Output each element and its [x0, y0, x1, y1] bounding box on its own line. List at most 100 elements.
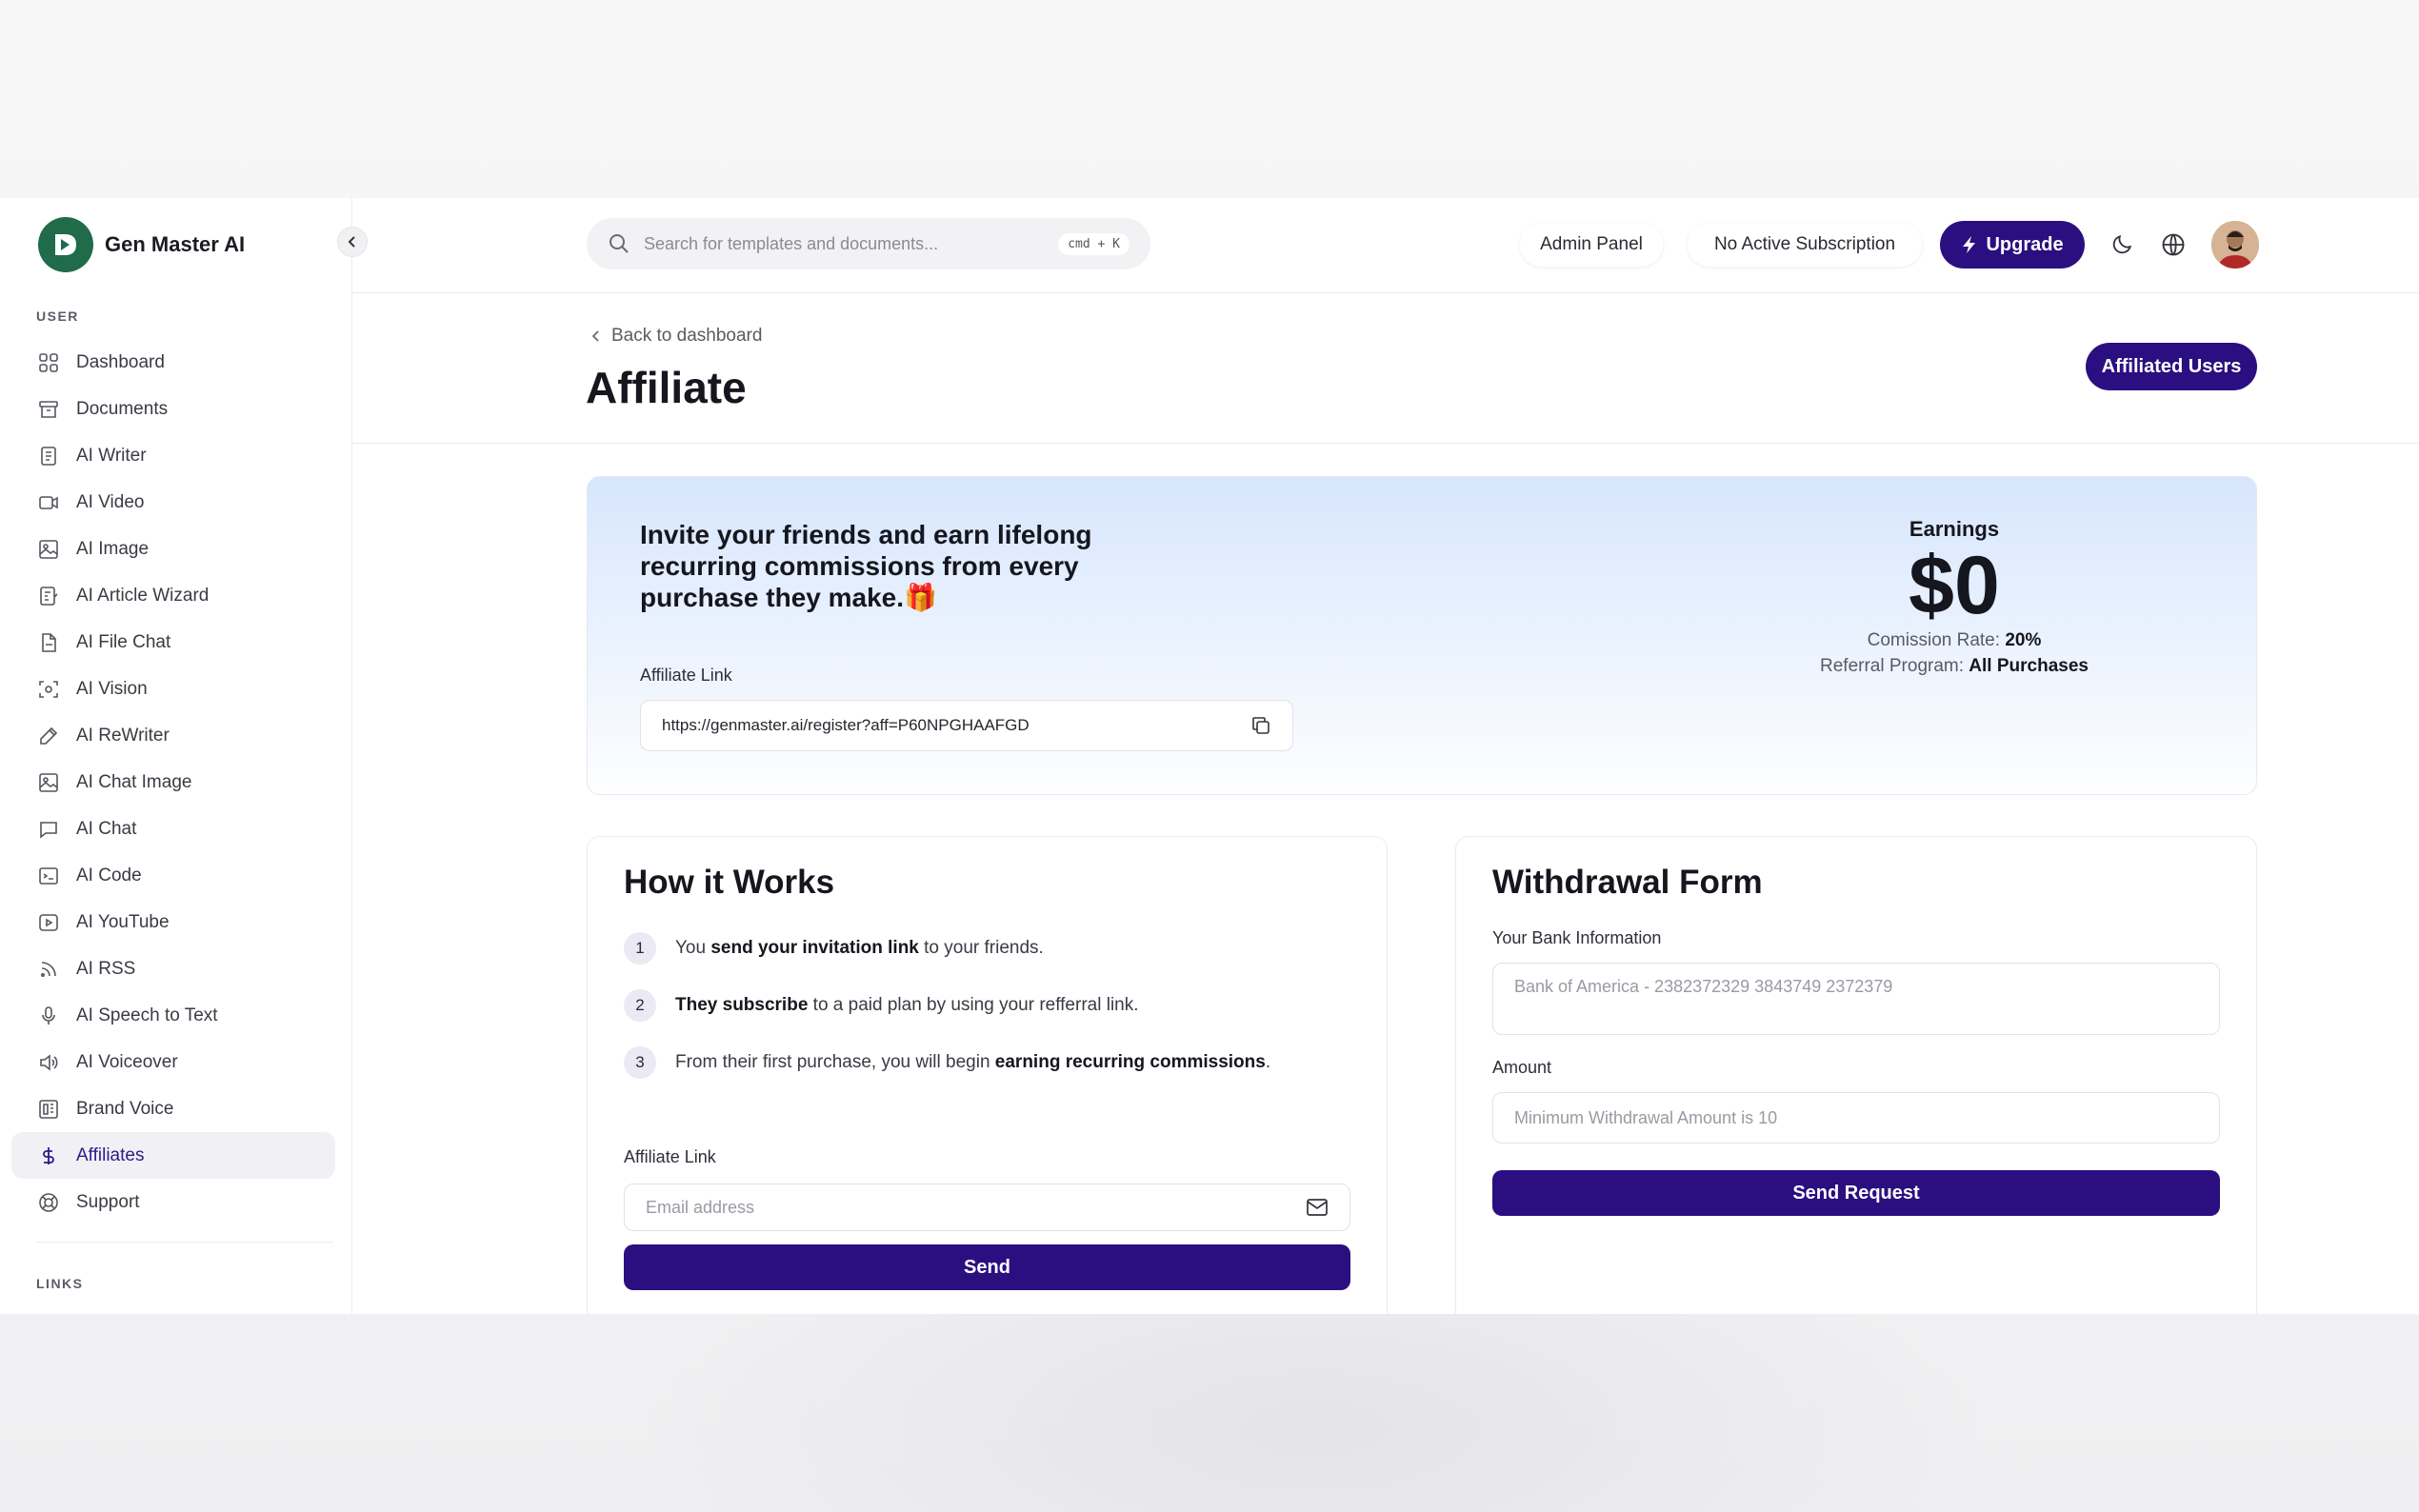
section-label-user: USER: [36, 308, 79, 324]
affiliate-link-field[interactable]: https://genmaster.ai/register?aff=P60NPG…: [640, 700, 1293, 751]
withdrawal-card: Withdrawal Form Your Bank Information Am…: [1455, 836, 2257, 1314]
sidebar-item-ai-code[interactable]: AI Code: [11, 852, 335, 899]
email-field[interactable]: [624, 1184, 1350, 1231]
earnings-panel: Earnings $0 Comission Rate: 20% Referral…: [1764, 517, 2145, 679]
upgrade-label: Upgrade: [1986, 233, 2064, 255]
chat-icon: [40, 821, 57, 839]
lifebuoy-icon: [39, 1192, 58, 1212]
dollar-icon: [43, 1146, 54, 1164]
sidebar-item-label: AI Video: [76, 491, 145, 512]
step-number: 1: [624, 932, 656, 965]
referral-value: All Purchases: [1969, 656, 2089, 676]
amount-field[interactable]: [1492, 1092, 2220, 1144]
send-request-button[interactable]: Send Request: [1492, 1170, 2220, 1216]
header-divider: [352, 443, 2419, 444]
commission-label: Comission Rate:: [1867, 630, 2001, 650]
sidebar-item-support[interactable]: Support: [11, 1179, 335, 1225]
brand-logo[interactable]: Gen Master AI: [38, 217, 245, 272]
grid-icon: [39, 352, 58, 372]
globe-icon: [2162, 233, 2185, 256]
sidebar-item-label: Documents: [76, 398, 169, 419]
sidebar-item-ai-rss[interactable]: AI RSS: [11, 945, 335, 992]
scan-icon: [39, 680, 58, 698]
topbar: cmd + K Admin Panel No Active Subscripti…: [352, 198, 2419, 293]
affiliate-link-value: https://genmaster.ai/register?aff=P60NPG…: [662, 716, 1030, 734]
sidebar-item-ai-rewriter[interactable]: AI ReWriter: [11, 712, 335, 759]
amount-input[interactable]: [1514, 1107, 2198, 1128]
bank-info-textarea[interactable]: [1514, 977, 2198, 1017]
sidebar-item-brand-voice[interactable]: Brand Voice: [11, 1085, 335, 1132]
step-number: 3: [624, 1046, 656, 1079]
admin-panel-button[interactable]: Admin Panel: [1520, 223, 1663, 267]
sidebar-item-label: AI Chat Image: [76, 771, 192, 792]
search-icon: [610, 234, 629, 253]
sidebar-item-ai-voiceover[interactable]: AI Voiceover: [11, 1039, 335, 1085]
subscription-button[interactable]: No Active Subscription: [1688, 223, 1922, 267]
email-input[interactable]: [646, 1197, 1306, 1218]
affiliate-link-label: Affiliate Link: [640, 666, 732, 685]
sidebar-item-ai-video[interactable]: AI Video: [11, 479, 335, 526]
sidebar-item-ai-article-wizard[interactable]: AI Article Wizard: [11, 572, 335, 619]
brand-name: Gen Master AI: [105, 232, 246, 256]
sidebar-item-ai-file-chat[interactable]: AI File Chat: [11, 619, 335, 666]
sidebar-divider: [36, 1242, 333, 1243]
commission-rate: Comission Rate: 20%: [1764, 627, 2145, 653]
brand-icon: [39, 1099, 58, 1119]
sidebar-item-ai-image[interactable]: AI Image: [11, 526, 335, 572]
sidebar-item-label: AI Writer: [76, 445, 147, 466]
sidebar-item-dashboard[interactable]: Dashboard: [11, 339, 335, 386]
sidebar-item-ai-vision[interactable]: AI Vision: [11, 666, 335, 712]
image-icon: [39, 539, 58, 559]
sidebar-item-ai-speech-to-text[interactable]: AI Speech to Text: [11, 992, 335, 1039]
sidebar-item-ai-youtube[interactable]: AI YouTube: [11, 899, 335, 945]
step-item: 3 From their first purchase, you will be…: [624, 1046, 1270, 1079]
sidebar-item-ai-writer[interactable]: AI Writer: [11, 432, 335, 479]
sidebar-item-documents[interactable]: Documents: [11, 386, 335, 432]
sidebar-item-label: Affiliates: [76, 1144, 145, 1165]
chevron-left-icon: [348, 236, 355, 248]
sidebar-item-label: AI Vision: [76, 678, 148, 699]
affiliate-hero: Invite your friends and earn lifelong re…: [587, 476, 2257, 795]
sidebar-item-label: Support: [76, 1191, 140, 1212]
copy-icon[interactable]: [1250, 715, 1271, 736]
hero-headline: Invite your friends and earn lifelong re…: [640, 520, 1092, 612]
earnings-amount: $0: [1909, 540, 2000, 631]
amount-label: Amount: [1492, 1058, 1552, 1077]
sidebar-item-label: Dashboard: [76, 351, 165, 372]
back-link[interactable]: Back to dashboard: [590, 326, 762, 347]
sidebar-item-label: AI ReWriter: [76, 725, 170, 746]
step-text: They subscribe to a paid plan by using y…: [675, 995, 1139, 1015]
search-input[interactable]: [644, 233, 1046, 254]
sidebar-item-ai-chat[interactable]: AI Chat: [11, 806, 335, 852]
send-button[interactable]: Send: [624, 1244, 1350, 1290]
collapse-sidebar-button[interactable]: [337, 227, 368, 257]
app-window: Gen Master AI USER Dashboard Documents A…: [0, 198, 2419, 1314]
affiliated-users-button[interactable]: Affiliated Users: [2086, 343, 2257, 390]
language-button[interactable]: [2159, 230, 2188, 259]
sidebar-item-label: AI Image: [76, 538, 150, 559]
rss-icon: [40, 961, 56, 977]
invite-link-label: Affiliate Link: [624, 1147, 716, 1166]
sidebar-item-label: AI Article Wizard: [76, 585, 210, 606]
upgrade-button[interactable]: Upgrade: [1940, 221, 2085, 269]
page-title: Affiliate: [586, 363, 747, 412]
search-bar[interactable]: cmd + K: [587, 218, 1150, 269]
archive-icon: [39, 400, 58, 418]
sidebar-nav: Dashboard Documents AI Writer AI Video A…: [11, 339, 335, 1225]
dark-mode-toggle[interactable]: [2108, 230, 2136, 259]
commission-value: 20%: [2005, 630, 2042, 650]
bank-info-field[interactable]: [1492, 963, 2220, 1035]
how-it-works-card: How it Works 1 You send your invitation …: [587, 836, 1388, 1314]
avatar[interactable]: [2211, 221, 2259, 269]
pen-icon: [40, 726, 58, 745]
article-icon: [40, 586, 58, 606]
speaker-icon: [40, 1053, 58, 1071]
sidebar-item-label: AI Chat: [76, 818, 137, 839]
sidebar-item-ai-chat-image[interactable]: AI Chat Image: [11, 759, 335, 806]
sidebar-item-label: AI Speech to Text: [76, 1005, 218, 1025]
withdrawal-title: Withdrawal Form: [1492, 864, 1763, 901]
sidebar-item-affiliates[interactable]: Affiliates: [11, 1132, 335, 1179]
logo-icon: [38, 217, 93, 272]
sidebar-item-label: AI Code: [76, 865, 142, 885]
bank-info-label: Your Bank Information: [1492, 928, 1662, 947]
